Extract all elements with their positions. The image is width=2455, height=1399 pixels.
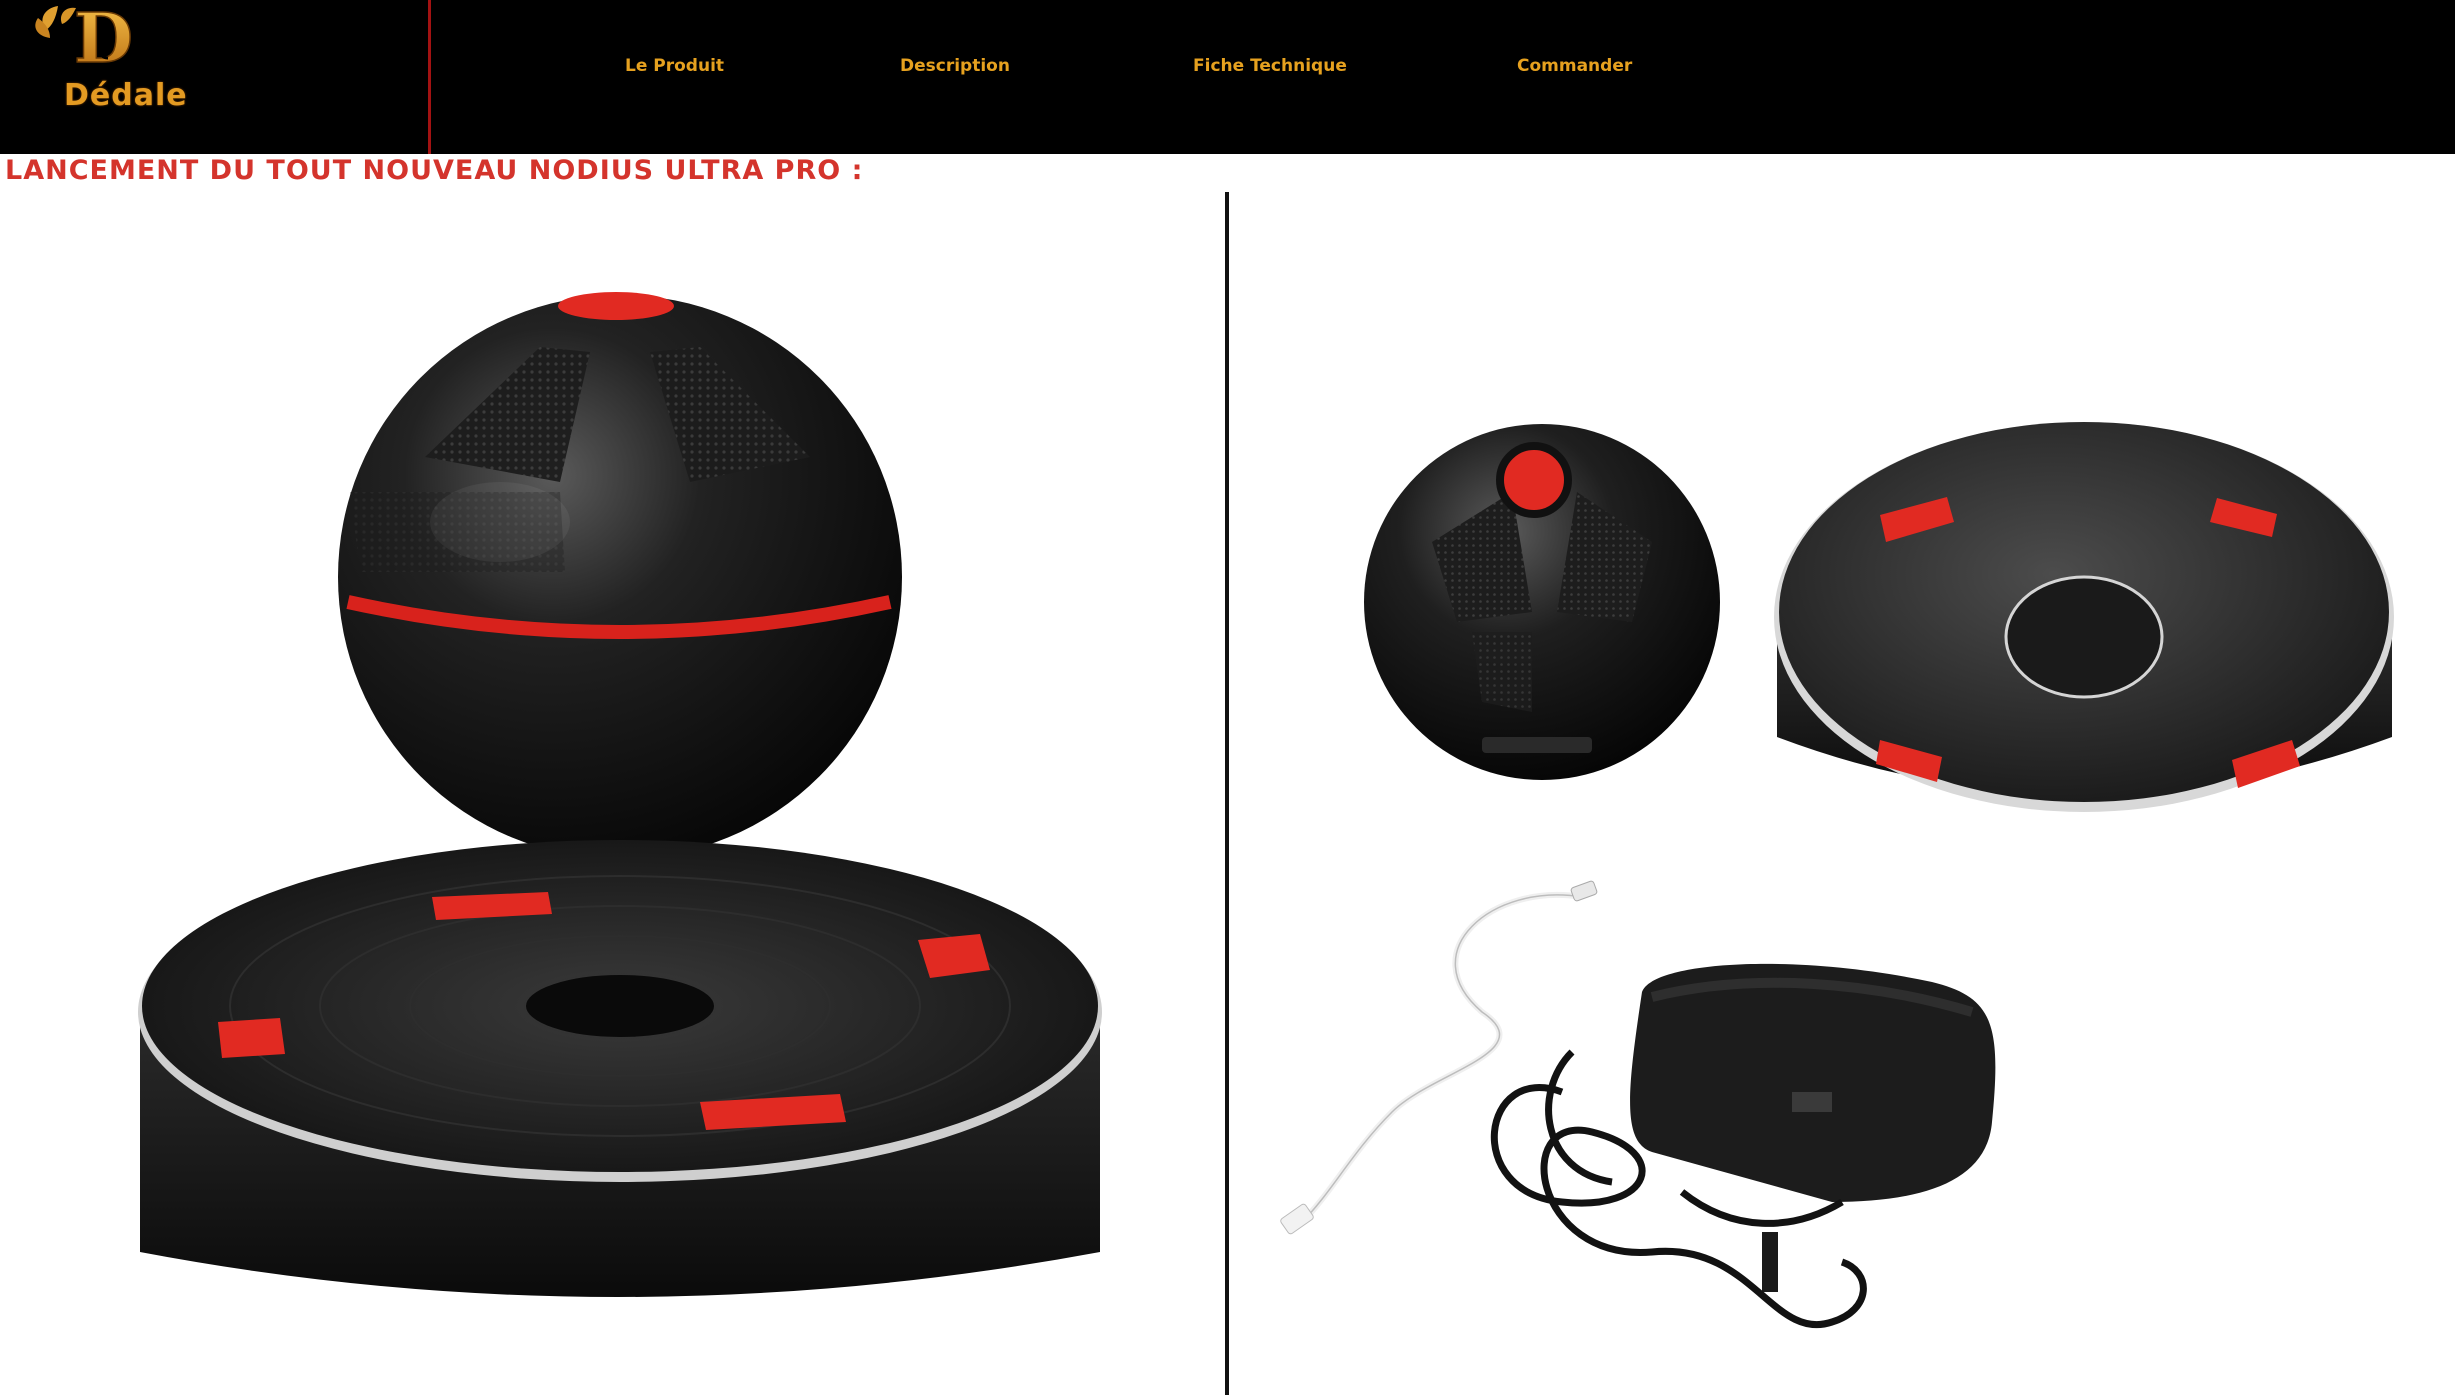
header-divider (428, 0, 431, 154)
speaker-kit-contents-image (1232, 192, 2455, 1395)
top-nav-bar: D Dédale Le Produit Description Fiche Te… (0, 0, 2455, 154)
page-headline: LANCEMENT DU TOUT NOUVEAU NODIUS ULTRA P… (5, 155, 864, 186)
nav-commander[interactable]: Commander (1517, 56, 1632, 80)
brand-name: Dédale (64, 78, 188, 113)
svg-text:D: D (74, 0, 133, 79)
image-divider (1225, 192, 1229, 1395)
nav-description[interactable]: Description (900, 56, 1010, 80)
nav-le-produit[interactable]: Le Produit (625, 56, 724, 80)
levitating-speaker-image (0, 192, 1222, 1395)
nav-fiche-technique[interactable]: Fiche Technique (1193, 56, 1347, 80)
brand-logo[interactable]: D Dédale (28, 0, 187, 140)
logo-emblem-icon: D (35, 0, 134, 80)
